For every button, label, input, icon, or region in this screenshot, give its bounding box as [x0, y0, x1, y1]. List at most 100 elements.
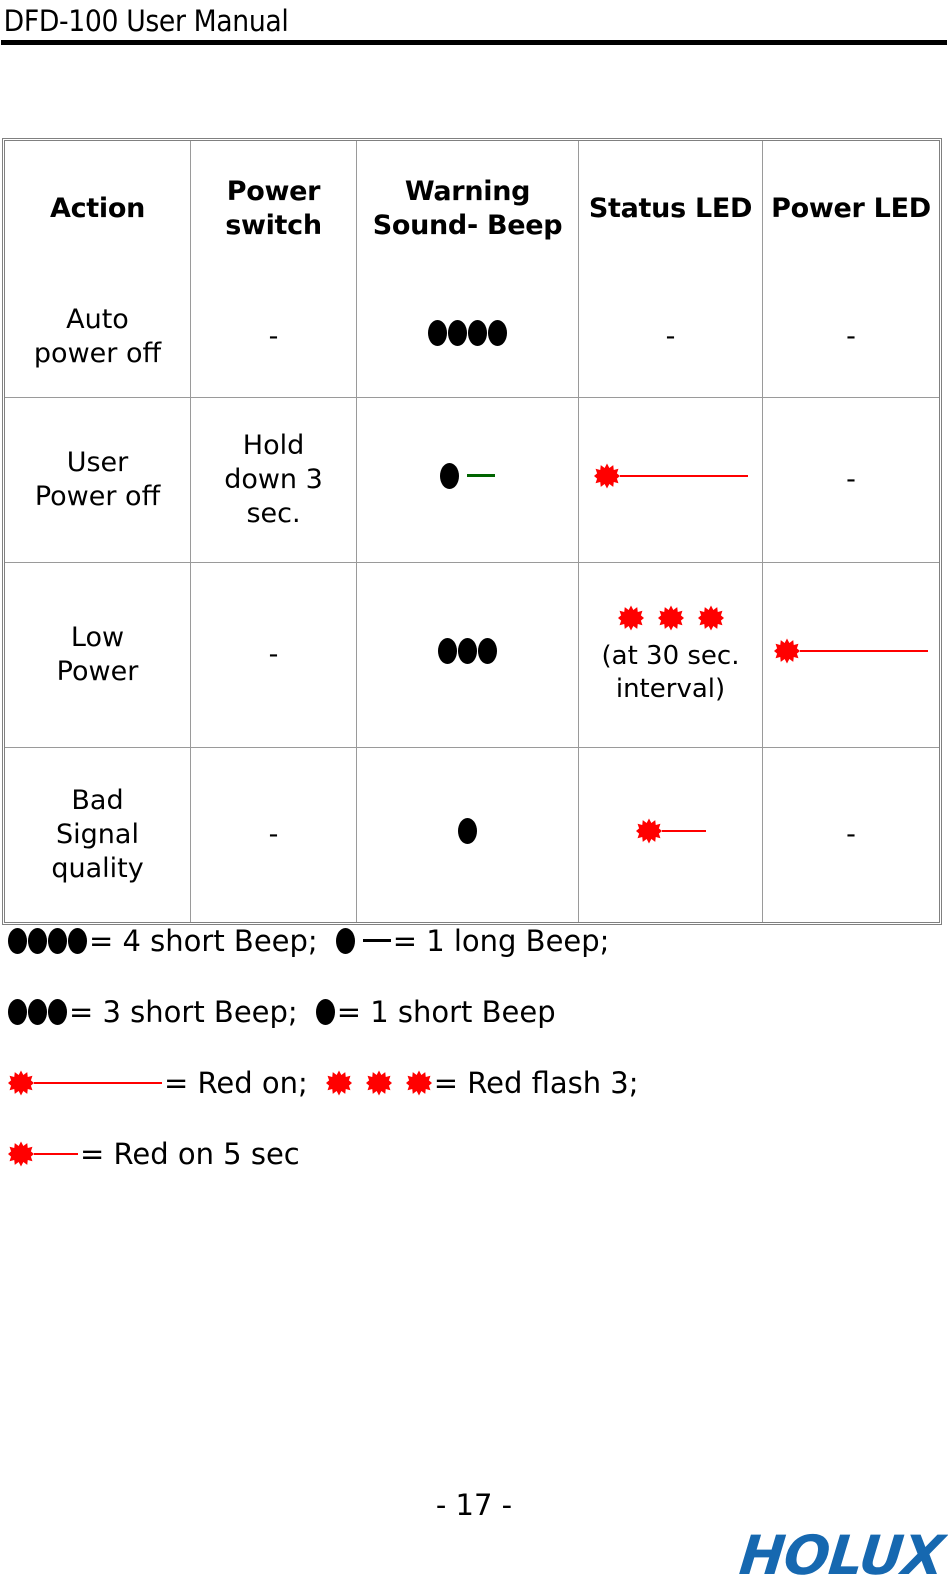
- dash-placeholder: -: [268, 321, 279, 352]
- red-starburst-icon: [593, 463, 620, 488]
- legend-label: = 1 short Beep: [336, 994, 556, 1029]
- table-row: Low Power - (at 30 sec. interval): [5, 563, 939, 748]
- cell-status-led: [579, 398, 763, 563]
- status-led-note-line: (at 30 sec.: [601, 640, 740, 671]
- cell-action: Low Power: [5, 563, 191, 748]
- legend-line: = Red on 5 sec: [8, 1118, 928, 1189]
- beep-dot-icon: [438, 637, 457, 664]
- dash-placeholder: -: [268, 819, 279, 850]
- header-line: Power LED: [771, 193, 931, 224]
- led-on-line-icon: [34, 1081, 162, 1084]
- column-header-action: Action: [5, 141, 191, 277]
- beep-symbol-1-short: [458, 817, 477, 844]
- legend-label: = 1 long Beep;: [392, 923, 610, 958]
- dash-placeholder: -: [846, 819, 856, 850]
- red-starburst-icon: [774, 638, 800, 663]
- column-header-status-led: Status LED: [579, 141, 763, 277]
- led-on-line-icon: [661, 829, 706, 832]
- cell-power-led: -: [763, 748, 939, 922]
- beep-dot-icon: [48, 927, 67, 954]
- led-symbol-red-flash-3: [325, 1070, 432, 1096]
- cell-power-led: -: [763, 398, 939, 563]
- led-symbol-red-on: [8, 1070, 162, 1096]
- status-led-note-line: interval): [615, 673, 726, 704]
- page-title: DFD-100 User Manual: [3, 4, 289, 38]
- led-symbol-red-on: [593, 463, 748, 489]
- header-line: Action: [49, 193, 146, 224]
- dash-placeholder: -: [268, 639, 279, 670]
- led-symbol-red-flash-3: [617, 605, 724, 631]
- beep-dot-icon: [428, 319, 447, 346]
- legend-line: = Red on; = Red flash 3;: [8, 1047, 928, 1118]
- cell-action: User Power off: [5, 398, 191, 563]
- red-starburst-icon: [365, 1070, 392, 1095]
- beep-dot-icon: [488, 319, 507, 346]
- led-on-line-icon: [619, 474, 748, 477]
- legend-line: = 3 short Beep; = 1 short Beep: [8, 976, 928, 1047]
- legend-label: = Red flash 3;: [433, 1065, 639, 1100]
- red-starburst-icon: [697, 605, 724, 630]
- led-on-line-icon: [800, 649, 928, 652]
- column-header-warning-sound-beep: Warning Sound- Beep: [357, 141, 579, 277]
- legend-label: = 3 short Beep;: [69, 994, 298, 1029]
- cell-warning-beep: [357, 563, 579, 748]
- action-line: quality: [51, 853, 144, 884]
- header-line: switch: [225, 210, 322, 241]
- beep-dot-icon: [335, 927, 355, 954]
- beep-dot-icon: [48, 998, 67, 1025]
- dash-placeholder: -: [846, 321, 856, 352]
- action-line: Power off: [34, 481, 161, 512]
- red-starburst-icon: [617, 605, 644, 630]
- cell-warning-beep: [357, 748, 579, 922]
- power-switch-line: Hold: [242, 430, 305, 461]
- action-line: Bad: [71, 785, 124, 816]
- cell-status-led: [579, 748, 763, 922]
- cell-power-switch: -: [191, 748, 357, 922]
- beep-symbol-3-short: [8, 998, 67, 1025]
- led-symbol-red-on-5-sec: [8, 1141, 78, 1167]
- cell-status-led: (at 30 sec. interval): [579, 563, 763, 748]
- dash-placeholder: -: [665, 321, 676, 352]
- led-symbol-red-on: [774, 638, 928, 664]
- beep-dot-icon: [315, 998, 335, 1025]
- beep-dot-icon: [458, 817, 477, 844]
- beep-dot-icon: [28, 998, 47, 1025]
- action-line: power off: [33, 338, 162, 369]
- table-row: User Power off Hold down 3 sec. -: [5, 398, 939, 563]
- legend-label: = Red on;: [164, 1065, 308, 1100]
- beep-symbol-3-short: [438, 637, 497, 664]
- legend-line: = 4 short Beep; = 1 long Beep;: [8, 905, 928, 976]
- action-line: Power: [56, 656, 139, 687]
- header-line: Status LED: [588, 193, 753, 224]
- red-starburst-icon: [325, 1070, 352, 1095]
- beep-dot-icon: [448, 319, 467, 346]
- legend-label: = 4 short Beep;: [89, 923, 318, 958]
- red-starburst-icon: [635, 818, 662, 843]
- beep-dot-icon: [478, 637, 497, 664]
- header-line: Sound- Beep: [372, 210, 563, 241]
- led-beep-status-table: Action Power switch Warning Sound- Beep: [2, 138, 942, 925]
- action-line: Signal: [56, 819, 139, 850]
- column-header-power-led: Power LED: [763, 141, 939, 277]
- beep-dot-icon: [8, 998, 27, 1025]
- header-line: Power: [226, 176, 321, 207]
- cell-power-led: -: [763, 277, 939, 398]
- beep-dot-icon: [28, 927, 47, 954]
- beep-long-tail-icon: [362, 939, 391, 942]
- action-line: Low: [70, 622, 125, 653]
- beep-dot-icon: [440, 462, 459, 489]
- beep-symbol-4-short: [428, 319, 507, 346]
- action-line: User: [66, 447, 129, 478]
- table-row: Bad Signal quality - -: [5, 748, 939, 922]
- header-divider: [1, 40, 947, 45]
- table-row: Auto power off - - -: [5, 277, 939, 398]
- legend: = 4 short Beep; = 1 long Beep; = 3 short…: [8, 905, 928, 1189]
- cell-warning-beep: [357, 398, 579, 563]
- page-number: - 17 -: [435, 1488, 513, 1522]
- power-switch-line: down 3: [224, 464, 323, 495]
- beep-dot-icon: [458, 637, 477, 664]
- red-starburst-icon: [657, 605, 684, 630]
- table-header: Action Power switch Warning Sound- Beep: [5, 141, 939, 277]
- cell-action: Auto power off: [5, 277, 191, 398]
- cell-action: Bad Signal quality: [5, 748, 191, 922]
